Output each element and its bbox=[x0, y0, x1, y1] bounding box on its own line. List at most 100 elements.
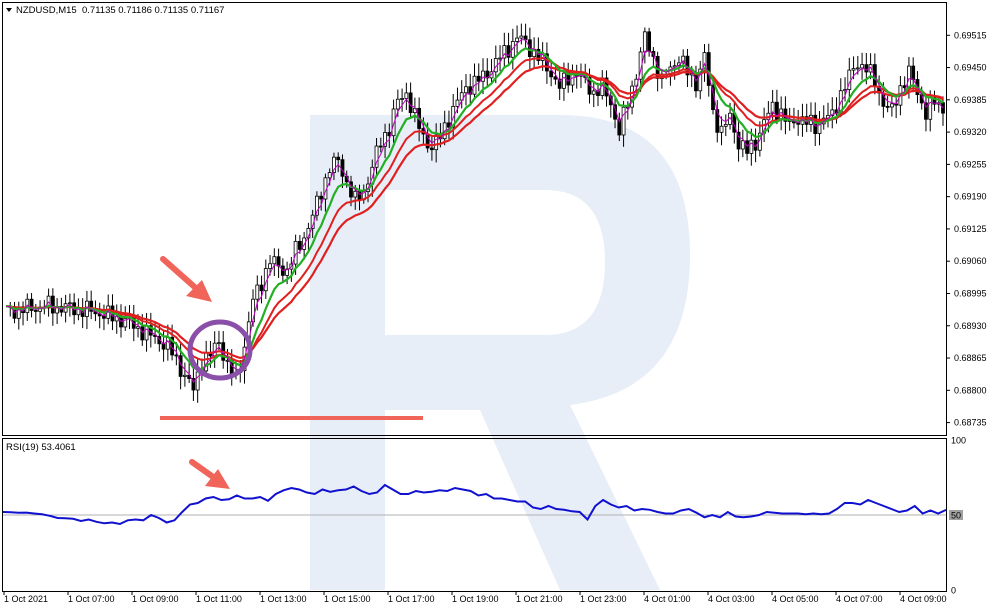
candle-body bbox=[911, 65, 916, 80]
rsi-axis: 100 50 0 bbox=[3, 436, 966, 596]
candle-body bbox=[476, 75, 481, 82]
candle-body bbox=[553, 76, 558, 80]
candle-body bbox=[498, 57, 502, 60]
candle-body bbox=[719, 125, 724, 133]
price-tick-label: 0.69385 bbox=[954, 95, 987, 105]
price-tick-label: 0.68735 bbox=[954, 418, 987, 428]
candle-body bbox=[336, 156, 341, 161]
candle-body bbox=[519, 35, 524, 39]
candle-body bbox=[353, 190, 358, 198]
time-tick-label: 1 Oct 19:00 bbox=[452, 594, 499, 604]
candle-body bbox=[570, 74, 575, 86]
rsi-tick-label: 0 bbox=[951, 586, 956, 596]
candle-body bbox=[378, 145, 383, 148]
candle-body bbox=[889, 103, 894, 108]
candle-body bbox=[225, 359, 230, 362]
price-tick-label: 0.68800 bbox=[954, 385, 987, 395]
candle-body bbox=[182, 374, 187, 377]
candle-body bbox=[272, 256, 277, 265]
price-axis: 0.69515 0.69450 0.69385 0.69320 0.69255 0.691… bbox=[946, 30, 987, 428]
price-arrow bbox=[160, 256, 212, 302]
candle-body bbox=[591, 90, 596, 95]
candle-body bbox=[327, 172, 332, 179]
candle-body bbox=[319, 195, 324, 200]
candle-body bbox=[855, 67, 860, 70]
candle-body bbox=[907, 65, 911, 89]
price-tick-label: 0.69320 bbox=[954, 127, 987, 137]
rsi-arrow bbox=[189, 459, 230, 489]
candle-body bbox=[549, 70, 554, 78]
price-tick-label: 0.69125 bbox=[954, 224, 987, 234]
candle-body bbox=[297, 240, 302, 250]
time-tick-label: 1 Oct 15:00 bbox=[324, 594, 371, 604]
candle-body bbox=[217, 342, 221, 345]
candle-body bbox=[430, 147, 434, 151]
price-tick-label: 0.69450 bbox=[954, 63, 987, 73]
chart-svg: 0.69515 0.69450 0.69385 0.69320 0.69255 0.691… bbox=[2, 2, 987, 604]
candle-body bbox=[455, 99, 460, 107]
candle-body bbox=[255, 284, 260, 300]
price-tick-label: 0.69515 bbox=[954, 30, 987, 40]
rsi-tick-label: 50 bbox=[951, 511, 961, 521]
time-tick-label: 4 Oct 09:00 bbox=[900, 594, 947, 604]
candle-body bbox=[293, 240, 298, 265]
candle-body bbox=[562, 72, 566, 89]
time-axis: 1 Oct 2021 1 Oct 07:00 1 Oct 09:00 1 Oct 11… bbox=[3, 591, 947, 604]
candle-body bbox=[621, 106, 626, 136]
candle-body bbox=[928, 97, 933, 120]
candle-body bbox=[408, 92, 413, 114]
candle-body bbox=[140, 326, 145, 341]
candle-body bbox=[340, 159, 345, 177]
time-tick-label: 1 Oct 2021 bbox=[4, 594, 48, 604]
candle-body bbox=[395, 98, 400, 110]
candle-body bbox=[400, 98, 404, 100]
candle-body bbox=[33, 310, 38, 312]
rsi-tick-label: 100 bbox=[951, 436, 966, 446]
candle-body bbox=[481, 70, 485, 82]
candle-body bbox=[67, 302, 72, 305]
rsi-line bbox=[2, 483, 947, 526]
price-tick-label: 0.68995 bbox=[954, 288, 987, 298]
candle-body bbox=[268, 263, 272, 269]
candle-body bbox=[851, 68, 856, 71]
time-tick-label: 1 Oct 11:00 bbox=[196, 594, 242, 604]
candle-body bbox=[843, 89, 847, 92]
price-tick-label: 0.69190 bbox=[954, 192, 987, 202]
price-tick-label: 0.69060 bbox=[954, 256, 987, 266]
candle-body bbox=[749, 139, 754, 154]
candle-body bbox=[723, 124, 728, 127]
time-tick-label: 4 Oct 05:00 bbox=[772, 594, 819, 604]
price-tick-label: 0.68930 bbox=[954, 321, 987, 331]
candle-body bbox=[885, 105, 890, 108]
ohlc-label: 0.71135 0.71186 0.71135 0.71167 bbox=[82, 5, 224, 16]
candle-body bbox=[464, 86, 468, 94]
time-tick-label: 4 Oct 07:00 bbox=[836, 594, 883, 604]
rsi-label: RSI(19) 53.4061 bbox=[6, 442, 76, 453]
time-tick-label: 1 Oct 13:00 bbox=[260, 594, 307, 604]
candle-body bbox=[860, 64, 864, 69]
rsi-series bbox=[2, 483, 947, 526]
candle-body bbox=[144, 325, 149, 341]
time-tick-label: 1 Oct 09:00 bbox=[132, 594, 179, 604]
candle-body bbox=[745, 140, 749, 154]
candle-body bbox=[276, 256, 281, 267]
candle-body bbox=[864, 64, 869, 73]
time-tick-label: 1 Oct 23:00 bbox=[580, 594, 627, 604]
candle-body bbox=[259, 284, 264, 292]
candle-body bbox=[434, 134, 439, 151]
price-tick-label: 0.69255 bbox=[954, 159, 987, 169]
time-tick-label: 4 Oct 01:00 bbox=[644, 594, 691, 604]
symbol-label: NZDUSD,M15 bbox=[16, 5, 77, 16]
candle-body bbox=[50, 295, 55, 314]
candle-body bbox=[404, 92, 409, 99]
candle-body bbox=[195, 371, 200, 391]
price-tick-label: 0.68865 bbox=[954, 353, 987, 363]
time-tick-label: 1 Oct 17:00 bbox=[388, 594, 435, 604]
candle-body bbox=[740, 140, 745, 150]
time-tick-label: 1 Oct 07:00 bbox=[68, 594, 115, 604]
candle-body bbox=[647, 31, 652, 52]
time-tick-label: 1 Oct 21:00 bbox=[516, 594, 563, 604]
crossover-circle bbox=[187, 319, 253, 381]
symbol-dropdown-icon[interactable] bbox=[6, 8, 12, 12]
candle-body bbox=[642, 31, 647, 53]
